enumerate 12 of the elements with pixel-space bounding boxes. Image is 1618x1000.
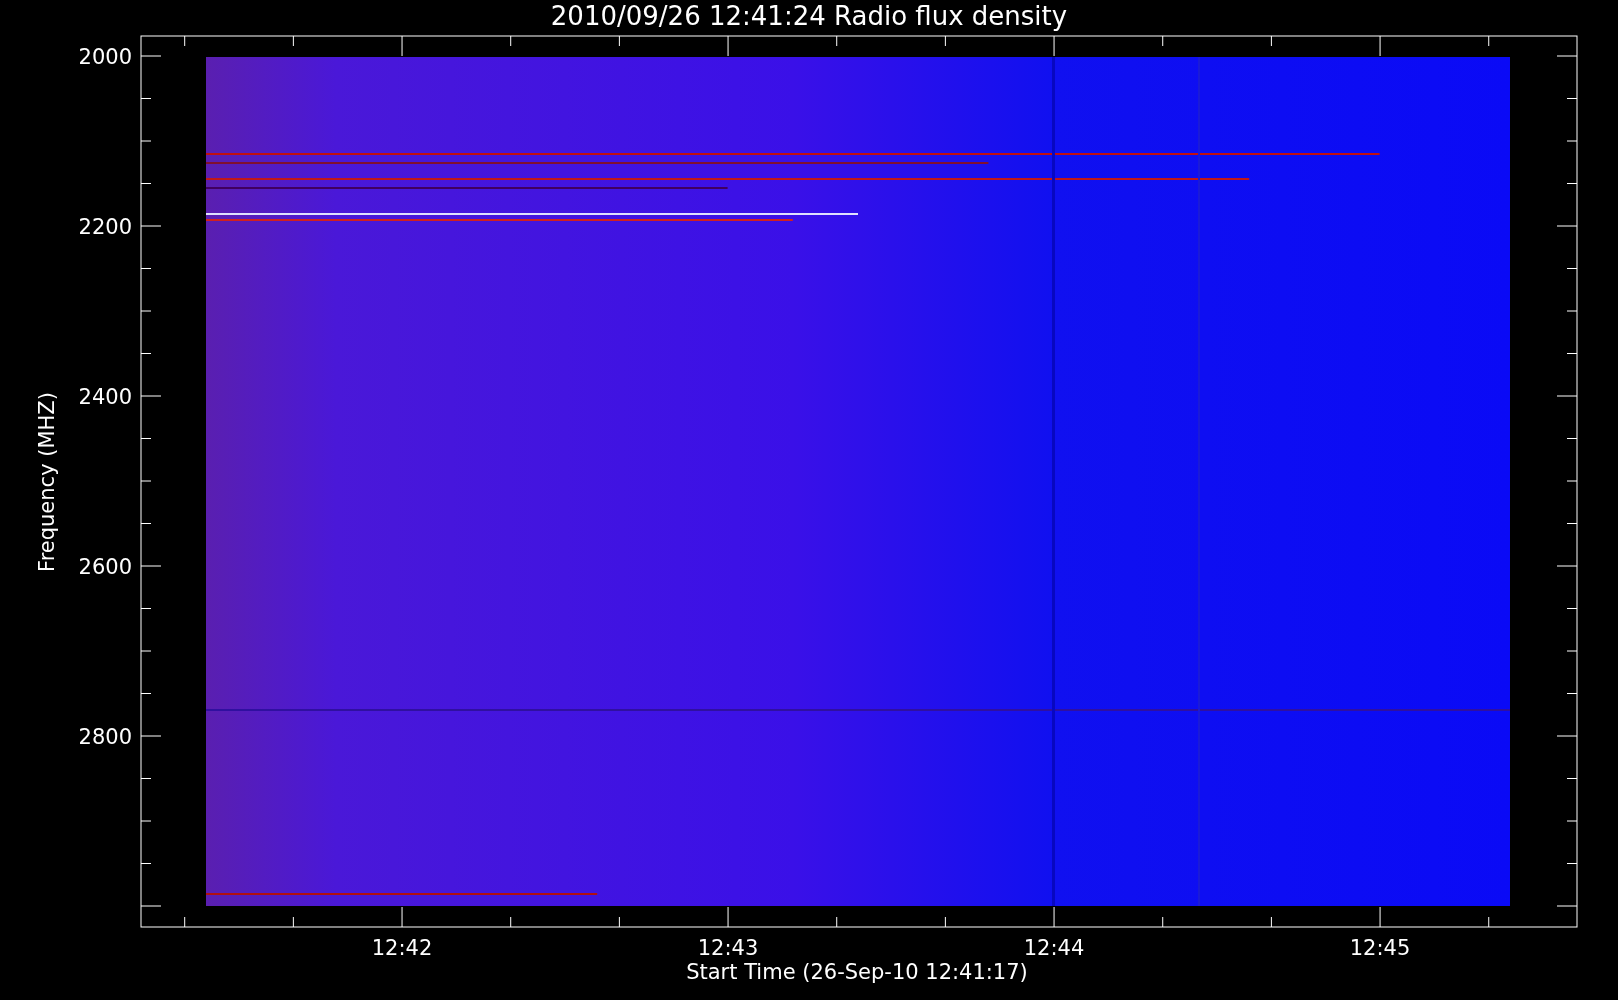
x-tick-label: 12:45 — [1349, 936, 1411, 960]
y-tick-label: 2600 — [78, 555, 132, 579]
y-tick-label: 2800 — [78, 725, 132, 749]
y-axis-label: Frequency (MHZ) — [35, 392, 59, 572]
x-tick-label: 12:43 — [697, 936, 759, 960]
x-tick-label: 12:42 — [371, 936, 433, 960]
y-tick-label: 2000 — [78, 45, 132, 69]
x-axis-label: Start Time (26-Sep-10 12:41:17) — [686, 960, 1028, 984]
y-tick-label: 2400 — [78, 385, 132, 409]
x-tick-label: 12:44 — [1023, 936, 1085, 960]
plot-title: 2010/09/26 12:41:24 Radio flux density — [550, 1, 1068, 31]
y-tick-label: 2200 — [78, 215, 132, 239]
